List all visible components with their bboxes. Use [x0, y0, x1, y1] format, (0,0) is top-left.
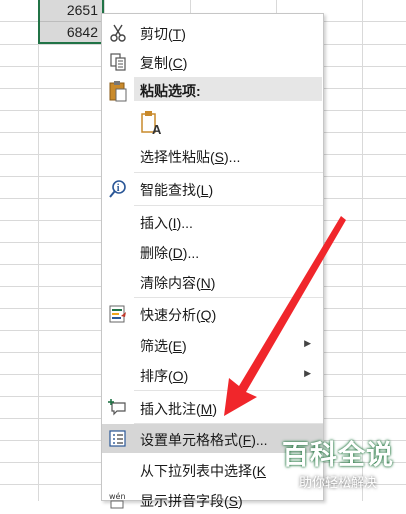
menu-item-label: 排序(O) — [140, 368, 189, 384]
paste-options-label: 粘贴选项: — [140, 83, 201, 99]
smart-lookup-icon: i — [108, 179, 128, 199]
paste-values-icon[interactable]: A — [140, 110, 166, 138]
watermark-slogan: 助你轻松解决 — [298, 476, 377, 491]
menu-item-smart-lookup[interactable]: i 智能查找(L) — [102, 174, 323, 203]
copy-icon — [108, 52, 128, 72]
menu-item-label: 插入批注(M) — [140, 401, 218, 417]
menu-item-sort[interactable]: 排序(O) ▶ — [102, 360, 323, 389]
cell-divider — [40, 21, 102, 22]
menu-item-clear-contents[interactable]: 清除内容(N) — [102, 267, 323, 296]
menu-item-filter[interactable]: 筛选(E) ▶ — [102, 330, 323, 359]
phonetic-icon-text: wén — [109, 491, 126, 501]
menu-item-label: 筛选(E) — [140, 338, 187, 354]
phonetic-icon: wén — [108, 490, 128, 510]
watermark-logo-text: 百科全说 — [282, 440, 394, 471]
menu-item-label: 剪切(T) — [140, 26, 186, 42]
selected-cell-range[interactable]: 2651 6842 — [38, 0, 104, 44]
grid-column-line — [38, 0, 39, 501]
menu-item-label: 从下拉列表中选择(K — [140, 463, 267, 479]
menu-item-label: 选择性粘贴(S)... — [140, 149, 241, 165]
menu-separator — [134, 297, 323, 298]
menu-item-label: 清除内容(N) — [140, 275, 216, 291]
menu-item-label: 复制(C) — [140, 55, 188, 71]
menu-item-label: 设置单元格格式(F)... — [140, 432, 268, 448]
menu-item-copy[interactable]: 复制(C) — [102, 47, 323, 76]
scissors-icon — [108, 23, 128, 43]
cell-value[interactable]: 6842 — [67, 24, 98, 40]
format-cells-icon — [108, 429, 128, 449]
menu-item-insert[interactable]: 插入(I)... — [102, 207, 323, 236]
new-comment-icon — [108, 398, 128, 418]
menu-item-label: 删除(D)... — [140, 245, 200, 261]
clipboard-icon — [108, 80, 128, 102]
menu-separator — [134, 205, 323, 206]
menu-item-cut[interactable]: 剪切(T) — [102, 18, 323, 47]
chevron-right-icon: ▶ — [304, 368, 311, 378]
paste-options-header: 粘贴选项: — [134, 77, 322, 101]
grid-column-line — [362, 0, 363, 501]
svg-text:A: A — [152, 122, 162, 137]
menu-item-quick-analysis[interactable]: 快速分析(Q) — [102, 299, 323, 328]
chevron-right-icon: ▶ — [304, 338, 311, 348]
menu-item-paste-special[interactable]: 选择性粘贴(S)... — [102, 141, 323, 170]
menu-item-delete[interactable]: 删除(D)... — [102, 237, 323, 266]
context-menu: 剪切(T) 复制(C) 粘贴选项: A 选择性粘贴(S)... i 智能查找(L… — [101, 13, 324, 509]
menu-item-label: 显示拼音字段(S) — [140, 493, 243, 509]
menu-item-label: 智能查找(L) — [140, 182, 214, 198]
quick-analysis-icon — [108, 304, 128, 324]
cell-value[interactable]: 2651 — [67, 2, 98, 18]
menu-item-insert-comment[interactable]: 插入批注(M) — [102, 393, 323, 422]
menu-separator — [134, 390, 323, 391]
watermark: 百科全说 助你轻松解决 — [276, 433, 400, 491]
menu-item-label: 插入(I)... — [140, 215, 193, 231]
menu-item-label: 快速分析(Q) — [140, 307, 217, 323]
svg-text:i: i — [117, 183, 120, 194]
menu-separator — [134, 172, 323, 173]
